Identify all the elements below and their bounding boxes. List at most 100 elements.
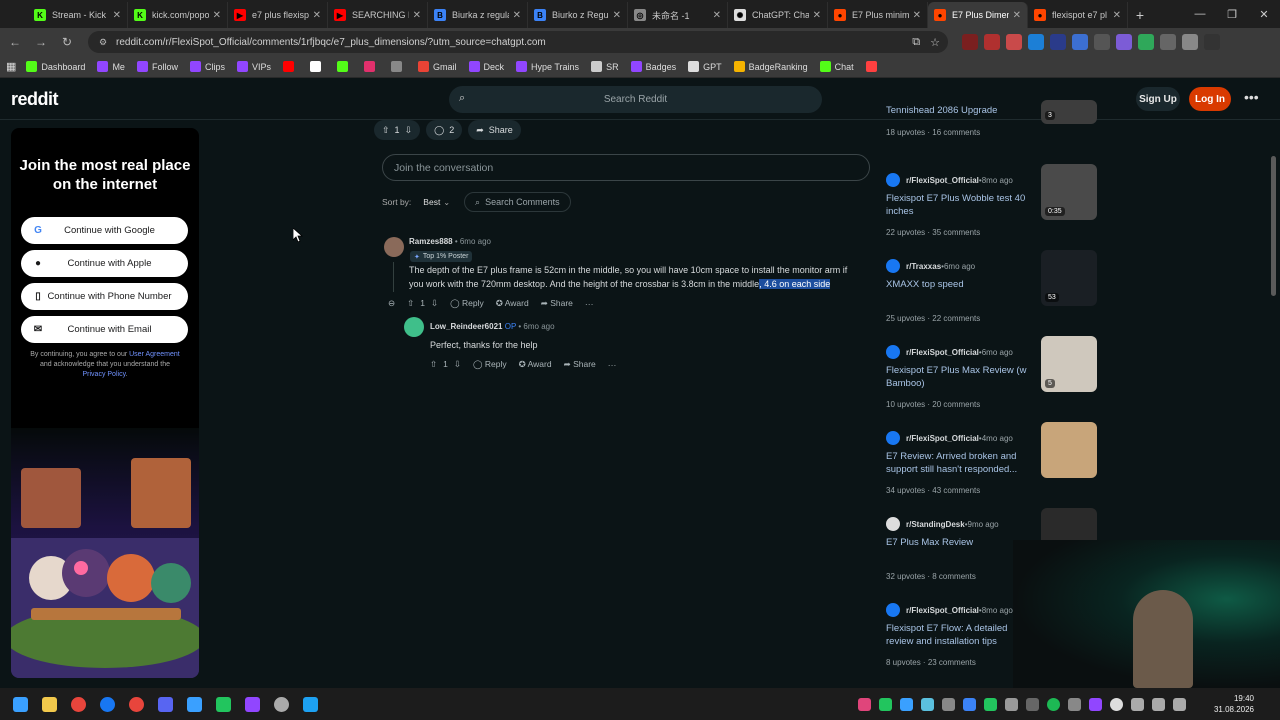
clock[interactable]: 19:40 31.08.2026 xyxy=(1214,693,1254,715)
extensions-puzzle-icon[interactable] xyxy=(1160,34,1176,50)
related-post-title[interactable]: Flexispot E7 Plus Max Review (w Bamboo) xyxy=(886,364,1031,390)
privacy-policy-link[interactable]: Privacy Policy xyxy=(83,371,126,378)
continue-apple-button[interactable]: ● Continue with Apple xyxy=(21,250,188,277)
close-tab-icon[interactable]: ✕ xyxy=(713,10,721,21)
tray-icon[interactable] xyxy=(1005,697,1018,711)
signup-button[interactable]: Sign Up xyxy=(1136,87,1180,111)
bookmark-item[interactable]: Dashboard xyxy=(26,61,85,72)
browser-tab[interactable]: Kkick.com/popo ✕ xyxy=(128,2,228,28)
browser-tab[interactable]: K Stream - Kick D ✕ xyxy=(28,2,128,28)
chevron-down-icon[interactable]: ⌄ xyxy=(443,198,450,207)
continue-phone-button[interactable]: ▯ Continue with Phone Number xyxy=(21,283,188,310)
upvote-icon[interactable]: ⇧ xyxy=(407,298,414,309)
continue-google-button[interactable]: G Continue with Google xyxy=(21,217,188,244)
subreddit-name[interactable]: r/FlexiSpot_Official xyxy=(906,434,979,443)
related-post-title[interactable]: XMAXX top speed xyxy=(886,278,1031,291)
close-tab-icon[interactable]: ✕ xyxy=(813,10,821,21)
post-thumbnail[interactable]: 5 xyxy=(1041,336,1097,392)
downvote-icon[interactable]: ⇩ xyxy=(431,298,438,309)
close-tab-icon[interactable]: ✕ xyxy=(313,10,321,21)
menu-icon[interactable] xyxy=(1204,34,1220,50)
award-button[interactable]: ✪ Award xyxy=(496,298,529,309)
profile-icon[interactable] xyxy=(1182,34,1198,50)
browser-tab[interactable]: B Biurka z regula ✕ xyxy=(428,2,528,28)
extension-icon[interactable] xyxy=(1072,34,1088,50)
reload-icon[interactable]: ↻ xyxy=(56,31,78,53)
close-tab-icon[interactable]: ✕ xyxy=(913,10,921,21)
bookmark-item[interactable] xyxy=(283,61,298,72)
more-options-icon[interactable]: ··· xyxy=(585,299,594,309)
related-post-title[interactable]: Flexispot E7 Plus Wobble test 40 inches xyxy=(886,192,1031,218)
url-field[interactable]: ⚙ reddit.com/r/FlexiSpot_Official/commen… xyxy=(88,31,948,53)
related-post-title[interactable]: E7 Plus Max Review xyxy=(886,536,1031,549)
bookmark-item[interactable] xyxy=(391,61,406,72)
tray-icon[interactable] xyxy=(879,697,892,711)
subreddit-name[interactable]: r/Traxxas xyxy=(906,262,941,271)
bookmark-item[interactable] xyxy=(337,61,352,72)
extension-icon[interactable] xyxy=(962,34,978,50)
bookmark-item[interactable]: Badges xyxy=(630,61,676,72)
tray-icon[interactable] xyxy=(984,697,997,711)
comment-username[interactable]: Ramzes888 xyxy=(409,237,453,246)
tray-icon[interactable] xyxy=(1068,697,1081,711)
new-tab-icon[interactable]: + xyxy=(1128,2,1152,28)
post-thumbnail[interactable]: 0:35 xyxy=(1041,164,1097,220)
bookmark-item[interactable]: SR xyxy=(591,61,619,72)
extension-icon[interactable] xyxy=(1028,34,1044,50)
close-tab-icon[interactable]: ✕ xyxy=(513,10,521,21)
search-bar[interactable]: ⌕ Search Reddit xyxy=(449,86,822,113)
chrome-active-icon[interactable] xyxy=(122,688,151,720)
tray-icon[interactable] xyxy=(963,697,976,711)
close-tab-icon[interactable]: ✕ xyxy=(213,10,221,21)
related-post-title[interactable]: Tennishead 2086 Upgrade xyxy=(886,104,1031,117)
bookmark-item[interactable]: BadgeRanking xyxy=(733,61,808,72)
search-comments-field[interactable]: ⌕ Search Comments xyxy=(464,192,571,212)
join-conversation-input[interactable]: Join the conversation xyxy=(382,154,870,181)
close-window-icon[interactable]: ✕ xyxy=(1248,0,1280,28)
downvote-icon[interactable]: ⇩ xyxy=(454,359,461,370)
bookmark-item[interactable] xyxy=(364,61,379,72)
bookmark-item[interactable] xyxy=(865,61,881,72)
share-button[interactable]: ➦ Share xyxy=(468,120,521,140)
bookmark-item[interactable]: Deck xyxy=(468,61,504,72)
browser-tab[interactable]: ● E7 Plus Dimen ✕ xyxy=(928,2,1028,28)
post-thumbnail[interactable]: 53 xyxy=(1041,250,1097,306)
avatar[interactable] xyxy=(404,317,424,337)
share-button[interactable]: ➦ Share xyxy=(541,298,573,309)
browser-tab[interactable]: ● flexispot e7 pl ✕ xyxy=(1028,2,1128,28)
bookmark-item[interactable]: VIPs xyxy=(236,61,271,72)
award-button[interactable]: ✪ Award xyxy=(519,359,552,370)
close-tab-icon[interactable]: ✕ xyxy=(613,10,621,21)
browser-tab[interactable]: ▶ e7 plus flexisp ✕ xyxy=(228,2,328,28)
bookmark-item[interactable]: Chat xyxy=(819,61,854,72)
continue-email-button[interactable]: ✉ Continue with Email xyxy=(21,316,188,343)
subreddit-name[interactable]: r/FlexiSpot_Official xyxy=(906,606,979,615)
app-icon[interactable] xyxy=(267,688,296,720)
sort-dropdown[interactable]: Best xyxy=(423,197,440,207)
user-agreement-link[interactable]: User Agreement xyxy=(129,351,180,358)
reply-button[interactable]: ◯ Reply xyxy=(450,298,484,309)
extension-icon[interactable] xyxy=(1006,34,1022,50)
discord-icon[interactable] xyxy=(151,688,180,720)
minimize-icon[interactable]: — xyxy=(1184,0,1216,28)
browser-tab[interactable]: ● E7 Plus minim ✕ xyxy=(828,2,928,28)
wifi-icon[interactable] xyxy=(1131,697,1144,711)
tray-icon[interactable] xyxy=(1026,697,1039,711)
extension-icon[interactable] xyxy=(1138,34,1154,50)
restore-icon[interactable]: ❐ xyxy=(1216,0,1248,28)
avatar[interactable] xyxy=(384,237,404,257)
close-tab-icon[interactable]: ✕ xyxy=(113,10,121,21)
bookmark-item[interactable]: Me xyxy=(97,61,125,72)
bookmark-item[interactable]: Hype Trains xyxy=(516,61,579,72)
bookmark-item[interactable] xyxy=(310,61,325,72)
extension-icon[interactable] xyxy=(1050,34,1066,50)
more-options-icon[interactable]: ••• xyxy=(1244,89,1259,105)
app-icon[interactable] xyxy=(209,688,238,720)
related-post-title[interactable]: Flexispot E7 Flow: A detailed review and… xyxy=(886,622,1031,648)
share-button[interactable]: ➦ Share xyxy=(564,359,596,370)
comment-username[interactable]: Low_Reindeer6021 xyxy=(430,322,502,331)
downvote-icon[interactable]: ⇩ xyxy=(405,125,413,136)
post-thumbnail[interactable]: 3 xyxy=(1041,100,1097,124)
app-icon[interactable] xyxy=(180,688,209,720)
subreddit-name[interactable]: r/FlexiSpot_Official xyxy=(906,176,979,185)
